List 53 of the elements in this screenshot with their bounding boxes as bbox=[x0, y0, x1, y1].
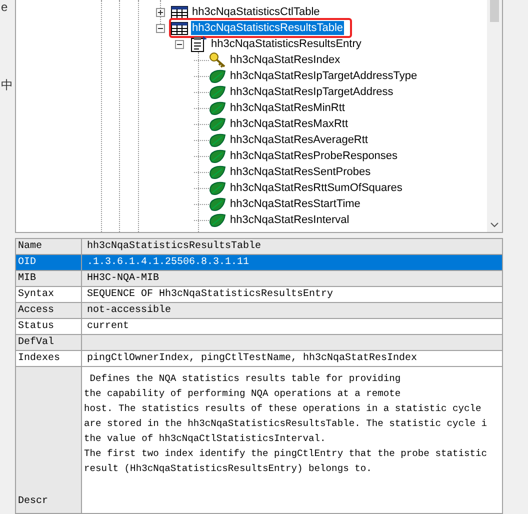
tree-item[interactable]: hh3cNqaStatResStartTime bbox=[229, 197, 362, 211]
property-name: Syntax bbox=[16, 287, 81, 303]
leaf-icon bbox=[209, 132, 226, 148]
leaf-icon bbox=[209, 196, 226, 212]
tree-item[interactable]: hh3cNqaStatResProbeResponses bbox=[229, 149, 399, 163]
tree-item[interactable]: hh3cNqaStatisticsCtlTable bbox=[191, 5, 321, 19]
property-value: .1.3.6.1.4.1.25506.8.3.1.11 bbox=[81, 255, 502, 271]
leaf-icon bbox=[209, 100, 226, 116]
expand-toggle[interactable] bbox=[156, 8, 165, 16]
tree-item[interactable]: hh3cNqaStatisticsResultsTable bbox=[191, 21, 344, 35]
property-value: current bbox=[81, 319, 502, 335]
property-name: Name bbox=[16, 239, 81, 255]
edge-text: 中 bbox=[1, 78, 13, 92]
collapse-toggle[interactable] bbox=[175, 40, 184, 48]
property-name: DefVal bbox=[16, 335, 81, 351]
tree-item[interactable]: hh3cNqaStatResMaxRtt bbox=[229, 117, 349, 131]
table-icon bbox=[171, 22, 188, 34]
leaf-icon bbox=[209, 212, 226, 228]
tree-item[interactable]: hh3cNqaStatisticsResultsEntry bbox=[210, 37, 362, 51]
table-icon bbox=[171, 6, 188, 18]
leaf-icon bbox=[209, 164, 226, 180]
property-value: pingCtlOwnerIndex, pingCtlTestName, hh3cNqaStatResIndex bbox=[81, 351, 502, 367]
property-name: Descr bbox=[18, 496, 48, 507]
property-name: Status bbox=[16, 319, 81, 335]
tree-item[interactable]: hh3cNqaStatResSentProbes bbox=[229, 165, 372, 179]
tree-item[interactable]: hh3cNqaStatResAverageRtt bbox=[229, 133, 369, 147]
description-text: Defines the NQA statistics results table for providing the capability of performing NQA operations at a remote host. The statistics results of these operations in a statistic cycle are stored in the hh3cNqaStatisticsResultsTable. The statistic cycle i the value of hh3cNqaCtlStatisticsInterval. The first two index identify the pingCtlEntry that the probe statistic result (Hh3cNqaStatisticsResultsEntry) belongs to. bbox=[81, 367, 502, 513]
tree-item[interactable]: hh3cNqaStatResIndex bbox=[229, 53, 342, 67]
property-value: SEQUENCE OF Hh3cNqaStatisticsResultsEntry bbox=[81, 287, 502, 303]
key-icon bbox=[209, 52, 226, 68]
collapse-toggle[interactable] bbox=[156, 24, 165, 32]
tree-item[interactable]: hh3cNqaStatResIpTargetAddressType bbox=[229, 69, 418, 83]
property-value: hh3cNqaStatisticsResultsTable bbox=[81, 239, 502, 255]
tree-item[interactable]: hh3cNqaStatResMinRtt bbox=[229, 101, 346, 115]
clipboard-icon bbox=[190, 36, 207, 52]
leaf-icon bbox=[209, 116, 226, 132]
leaf-icon bbox=[209, 68, 226, 84]
property-name: Indexes bbox=[16, 351, 81, 367]
property-value: HH3C-NQA-MIB bbox=[81, 271, 502, 287]
tree-item[interactable]: hh3cNqaStatResIpTargetAddress bbox=[229, 85, 394, 99]
leaf-icon bbox=[209, 148, 226, 164]
leaf-icon bbox=[209, 180, 226, 196]
scroll-thumb[interactable] bbox=[490, 0, 499, 22]
plus-icon bbox=[158, 10, 163, 14]
edge-text: e bbox=[1, 0, 8, 14]
property-value: not-accessible bbox=[81, 303, 502, 319]
tree-item[interactable]: hh3cNqaStatResInterval bbox=[229, 213, 350, 227]
scrollbar[interactable] bbox=[487, 0, 502, 232]
leaf-icon bbox=[209, 84, 226, 100]
property-name: OID bbox=[16, 255, 81, 271]
property-name: Access bbox=[16, 303, 81, 319]
tree-item[interactable]: hh3cNqaStatResRttSumOfSquares bbox=[229, 181, 404, 195]
property-name: MIB bbox=[16, 271, 81, 287]
